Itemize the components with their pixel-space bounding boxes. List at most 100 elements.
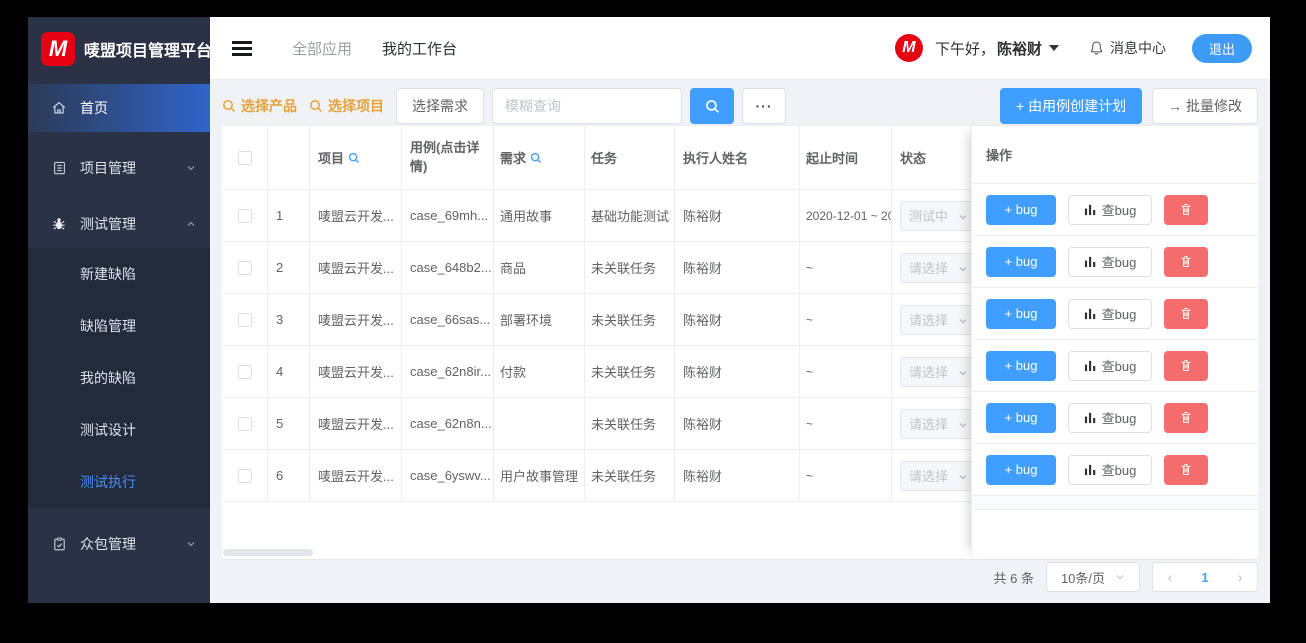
select-all-checkbox[interactable] (237, 150, 252, 165)
sidebar-item-test-execution[interactable]: 测试执行 (28, 456, 210, 508)
chevron-down-icon (959, 370, 967, 375)
prev-page-button[interactable]: ‹ (1168, 569, 1173, 585)
row-checkbox[interactable] (237, 364, 252, 379)
cell-requirement: 通用故事 (494, 190, 585, 242)
next-page-button[interactable]: › (1238, 569, 1243, 585)
add-bug-button[interactable]: + bug (986, 194, 1056, 225)
operation-row: + bug 查bug (972, 184, 1258, 236)
app-title: 唛盟项目管理平台 (84, 42, 213, 60)
sidebar-item-my-defects[interactable]: 我的缺陷 (28, 352, 210, 404)
bar-chart-icon (1084, 360, 1095, 372)
row-checkbox[interactable] (237, 468, 252, 483)
brand-logo: M (41, 31, 75, 66)
search-icon (223, 100, 235, 112)
operation-row: + bug 查bug (972, 444, 1258, 496)
cell-time: 2020-12-01 ~ 20 (800, 190, 892, 242)
delete-button[interactable] (1164, 454, 1208, 485)
cell-usecase[interactable]: case_69mh... (402, 190, 494, 242)
delete-button[interactable] (1164, 194, 1208, 225)
chevron-down-icon (959, 474, 967, 479)
status-select[interactable]: 请选择 (900, 304, 974, 335)
message-center-link[interactable]: 消息中心 (1089, 38, 1166, 58)
sidebar-item-crowdsourcing[interactable]: 众包管理 (28, 520, 210, 568)
status-select[interactable]: 请选择 (900, 460, 974, 491)
more-filters-button[interactable]: ··· (742, 88, 786, 124)
col-usecase: 用例(点击详情) (402, 126, 494, 190)
add-bug-button[interactable]: + bug (986, 246, 1056, 277)
status-select[interactable]: 测试中 (900, 200, 974, 231)
cell-usecase[interactable]: case_62n8n... (402, 398, 494, 450)
sidebar-submenu-test: 新建缺陷 缺陷管理 我的缺陷 测试设计 测试执行 (28, 248, 210, 508)
column-search-icon[interactable] (348, 152, 360, 164)
view-bug-button[interactable]: 查bug (1068, 298, 1152, 329)
sidebar-item-clipped[interactable] (28, 590, 210, 603)
delete-button[interactable] (1164, 350, 1208, 381)
chevron-down-icon (1116, 575, 1124, 580)
view-bug-button[interactable]: 查bug (1068, 246, 1152, 277)
cell-usecase[interactable]: case_648b2... (402, 242, 494, 294)
view-bug-button[interactable]: 查bug (1068, 350, 1152, 381)
header-main: 全部应用 我的工作台 M 下午好， 陈裕财 消息中心 退出 (210, 17, 1270, 80)
select-project-link[interactable]: 选择项目 (309, 96, 384, 116)
cell-executor: 陈裕财 (675, 242, 800, 294)
cell-requirement: 用户故事管理 (494, 450, 585, 502)
view-bug-button[interactable]: 查bug (1068, 194, 1152, 225)
delete-button[interactable] (1164, 298, 1208, 329)
fuzzy-search-input[interactable] (492, 88, 682, 124)
sidebar-item-new-defect[interactable]: 新建缺陷 (28, 248, 210, 300)
chevron-down-icon (959, 318, 967, 323)
search-button[interactable] (690, 88, 734, 124)
greeting-text: 下午好， (934, 40, 995, 58)
tab-my-workbench[interactable]: 我的工作台 (382, 38, 457, 59)
bar-chart-icon (1084, 308, 1095, 320)
select-product-link[interactable]: 选择产品 (222, 96, 297, 116)
view-bug-button[interactable]: 查bug (1068, 454, 1152, 485)
user-greeting[interactable]: 下午好， 陈裕财 (935, 38, 1059, 59)
chevron-up-icon (186, 219, 196, 229)
select-requirement-button[interactable]: 选择需求 (396, 88, 484, 124)
sidebar-item-test-mgmt[interactable]: 测试管理 (28, 200, 210, 248)
user-avatar[interactable]: M (894, 34, 923, 62)
sidebar-item-defect-mgmt[interactable]: 缺陷管理 (28, 300, 210, 352)
sidebar-item-label: 测试管理 (80, 216, 136, 232)
horizontal-scrollbar-thumb[interactable] (223, 549, 313, 556)
cell-task: 未关联任务 (585, 346, 675, 398)
current-page[interactable]: 1 (1201, 570, 1208, 585)
home-icon (50, 100, 68, 116)
add-bug-button[interactable]: + bug (986, 454, 1056, 485)
cell-usecase[interactable]: case_62n8ir... (402, 346, 494, 398)
batch-edit-button[interactable]: → 批量修改 (1152, 88, 1258, 124)
logout-button[interactable]: 退出 (1191, 33, 1252, 63)
status-select[interactable]: 请选择 (900, 356, 974, 387)
cell-index: 4 (268, 346, 310, 398)
delete-button[interactable] (1164, 402, 1208, 433)
sidebar-item-project-mgmt[interactable]: 项目管理 (28, 144, 210, 192)
row-checkbox[interactable] (237, 208, 252, 223)
page-size-select[interactable]: 10条/页 (1046, 562, 1140, 592)
status-select[interactable]: 请选择 (900, 252, 974, 283)
column-search-icon[interactable] (530, 152, 542, 164)
row-checkbox[interactable] (237, 260, 252, 275)
total-count: 共 6 条 (993, 570, 1034, 586)
sidebar-item-home[interactable]: 首页 (28, 84, 210, 132)
status-select[interactable]: 请选择 (900, 408, 974, 439)
menu-toggle-icon[interactable] (232, 40, 252, 56)
user-name: 陈裕财 (996, 40, 1042, 58)
row-checkbox[interactable] (237, 312, 252, 327)
add-bug-button[interactable]: + bug (986, 402, 1056, 433)
cell-usecase[interactable]: case_66sas... (402, 294, 494, 346)
cell-time: ~ (800, 242, 892, 294)
cell-project: 唛盟云开发... (310, 346, 402, 398)
delete-button[interactable] (1164, 246, 1208, 277)
add-bug-button[interactable]: + bug (986, 350, 1056, 381)
tab-all-apps[interactable]: 全部应用 (292, 38, 352, 59)
add-bug-button[interactable]: + bug (986, 298, 1056, 329)
test-plan-table: 项目 用例(点击详情) 需求 任务 执行人姓名 起止时间 状态 1 唛盟云开发.… (222, 125, 1258, 560)
row-checkbox[interactable] (237, 416, 252, 431)
sidebar-item-test-design[interactable]: 测试设计 (28, 404, 210, 456)
view-bug-button[interactable]: 查bug (1068, 402, 1152, 433)
bar-chart-icon (1084, 256, 1095, 268)
cell-usecase[interactable]: case_6yswv... (402, 450, 494, 502)
create-plan-from-case-button[interactable]: + 由用例创建计划 (1000, 88, 1143, 124)
cell-time: ~ (800, 398, 892, 450)
